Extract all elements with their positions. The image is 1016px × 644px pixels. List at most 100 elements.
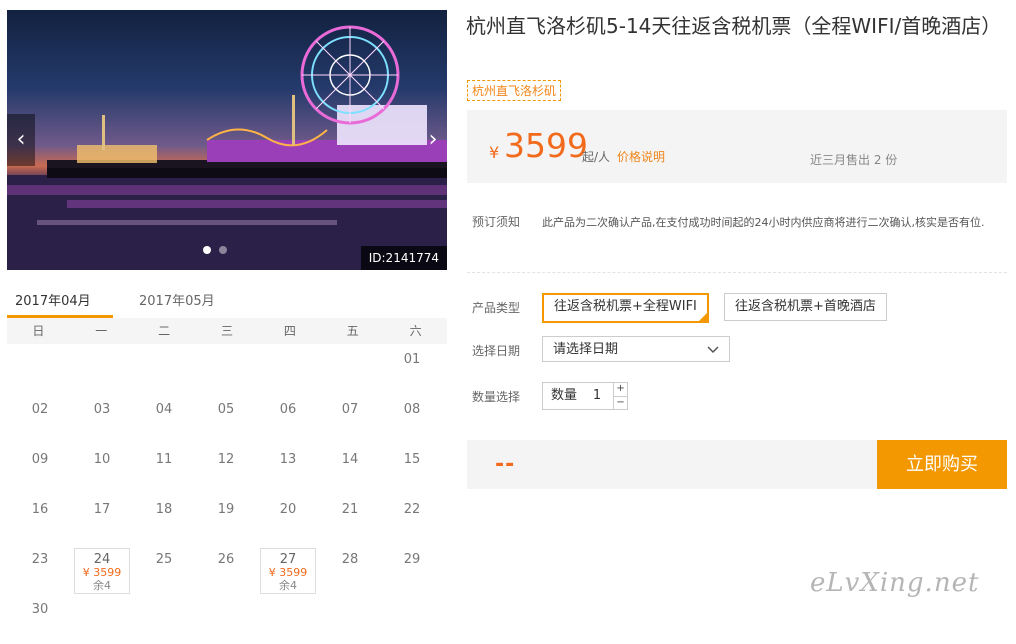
image-id-badge: ID:2141774 <box>360 246 447 270</box>
calendar-day: 23 <box>9 544 71 594</box>
chevron-down-icon <box>707 337 719 372</box>
day-number: 07 <box>341 402 359 417</box>
calendar-day-available[interactable]: 27 ¥ 3599 余4 <box>260 548 316 594</box>
calendar-day: 09 <box>9 444 71 494</box>
product-type-option-hotel[interactable]: 往返含税机票+首晚酒店 <box>724 293 887 321</box>
day-number: 04 <box>155 402 173 417</box>
day-number: 27 <box>279 552 297 567</box>
calendar-day: 06 <box>257 394 319 444</box>
calendar-day: 14 <box>319 444 381 494</box>
quantity-minus-button[interactable]: − <box>614 397 627 410</box>
day-number: 06 <box>279 402 297 417</box>
calendar-day: 20 <box>257 494 319 544</box>
gallery-prev-button[interactable]: ‹ <box>7 114 35 166</box>
calendar-day: 25 <box>133 544 195 594</box>
quantity-input[interactable] <box>581 383 614 409</box>
weekday-label: 六 <box>409 324 422 338</box>
day-number: 19 <box>217 502 235 517</box>
calendar-day: 29 <box>381 544 443 594</box>
day-number: 12 <box>217 452 235 467</box>
weekday-label: 五 <box>346 324 359 338</box>
day-number: 18 <box>155 502 173 517</box>
calendar-day: 17 <box>71 494 133 544</box>
checkout-bar: -- <box>467 440 877 489</box>
calendar-day: 11 <box>133 444 195 494</box>
day-number: 05 <box>217 402 235 417</box>
sales-count: 近三月售出 2 份 <box>810 153 898 167</box>
pier-photo <box>7 25 447 270</box>
calendar-day: 19 <box>195 494 257 544</box>
gallery-pagination <box>203 246 227 254</box>
calendar-day: 16 <box>9 494 71 544</box>
calendar-day: 26 <box>195 544 257 594</box>
day-remaining: 余4 <box>279 579 297 592</box>
quantity-stepper: 数量 + − <box>542 382 629 410</box>
calendar-day: 28 <box>319 544 381 594</box>
day-number: 08 <box>403 402 421 417</box>
buy-now-button[interactable]: 立即购买 <box>877 440 1007 489</box>
day-number: 29 <box>403 552 421 567</box>
day-number: 16 <box>31 502 49 517</box>
tab-month-april[interactable]: 2017年04月 <box>7 290 113 318</box>
price-explanation-link[interactable]: 价格说明 <box>617 148 665 165</box>
calendar-day: 15 <box>381 444 443 494</box>
currency-symbol: ¥ <box>489 143 500 162</box>
quantity-step-buttons: + − <box>613 383 628 410</box>
departure-calendar: 日 一 二 三 四 五 六 01 02 03 04 05 06 07 08 09 10 11 12 13… <box>7 318 447 619</box>
date-select[interactable]: 请选择日期 <box>542 336 730 362</box>
price-panel: ¥ 3599 起/人 价格说明 近三月售出 2 份 <box>467 110 1007 183</box>
tab-month-may[interactable]: 2017年05月 <box>139 290 215 317</box>
gallery-dot[interactable] <box>203 246 211 254</box>
day-number: 22 <box>403 502 421 517</box>
day-price: ¥ 3599 <box>82 566 122 579</box>
total-price: -- <box>495 452 516 477</box>
calendar-day: 08 <box>381 394 443 444</box>
calendar-month-tabs: 2017年04月 2017年05月 <box>7 286 447 319</box>
calendar-day: 07 <box>319 394 381 444</box>
divider <box>467 272 1007 273</box>
weekday-label: 一 <box>95 324 108 338</box>
day-remaining: 余4 <box>93 579 111 592</box>
calendar-day-available[interactable]: 24 ¥ 3599 余4 <box>74 548 130 594</box>
day-number: 24 <box>93 552 111 567</box>
day-number: 10 <box>93 452 111 467</box>
calendar-day: 03 <box>71 394 133 444</box>
product-title: 杭州直飞洛杉矶5-14天往返含税机票（全程WIFI/首晚酒店） <box>466 14 1002 38</box>
day-number: 09 <box>31 452 49 467</box>
gallery-dot[interactable] <box>219 246 227 254</box>
day-number: 02 <box>31 402 49 417</box>
calendar-day: 30 <box>9 594 71 644</box>
date-select-label: 选择日期 <box>472 344 521 358</box>
booking-notice-label: 预订须知 <box>472 215 521 229</box>
day-number: 03 <box>93 402 111 417</box>
day-number: 23 <box>31 552 49 567</box>
day-number: 28 <box>341 552 359 567</box>
day-number: 20 <box>279 502 297 517</box>
product-image-gallery[interactable]: ‹ › ID:2141774 <box>7 10 447 270</box>
price-amount: 3599 <box>504 126 588 165</box>
day-number: 15 <box>403 452 421 467</box>
calendar-day: 21 <box>319 494 381 544</box>
quantity-plus-button[interactable]: + <box>614 383 628 397</box>
date-select-value: 请选择日期 <box>553 342 619 357</box>
weekday-label: 四 <box>283 324 296 338</box>
calendar-day: 10 <box>71 444 133 494</box>
day-number: 17 <box>93 502 111 517</box>
day-number: 21 <box>341 502 359 517</box>
day-number: 30 <box>31 602 49 617</box>
day-number: 11 <box>155 452 173 467</box>
day-price: ¥ 3599 <box>268 566 308 579</box>
route-tag: 杭州直飞洛杉矶 <box>467 80 562 101</box>
calendar-day: 18 <box>133 494 195 544</box>
product-type-option-wifi[interactable]: 往返含税机票+全程WIFI <box>542 293 709 323</box>
day-number: 13 <box>279 452 297 467</box>
product-type-label: 产品类型 <box>472 301 521 315</box>
calendar-day: 22 <box>381 494 443 544</box>
calendar-day: 05 <box>195 394 257 444</box>
weekday-label: 三 <box>221 324 234 338</box>
booking-notice-text: 此产品为二次确认产品,在支付成功时间起的24小时内供应商将进行二次确认,核实是否… <box>542 216 985 229</box>
day-number: 26 <box>217 552 235 567</box>
calendar-day: 04 <box>133 394 195 444</box>
gallery-next-button[interactable]: › <box>419 114 447 166</box>
calendar-day: 01 <box>381 344 443 394</box>
